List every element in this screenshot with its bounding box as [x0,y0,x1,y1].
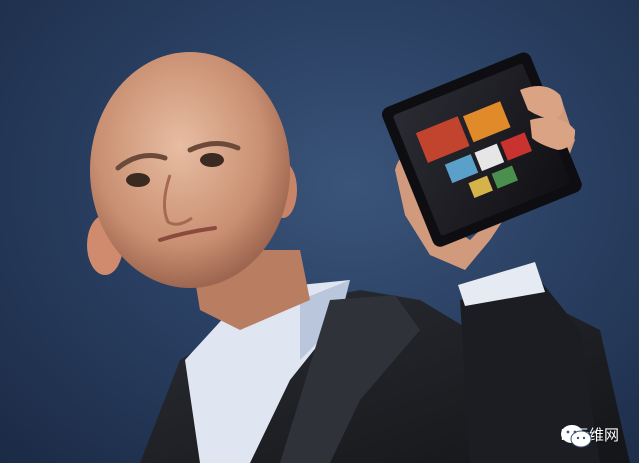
photo-illustration [87,52,630,463]
left-eye [126,173,150,187]
head [90,52,290,288]
watermark: IT运维网 [560,424,619,448]
photo-scene: IT运维网 [0,0,639,463]
wechat-icon [561,425,592,448]
right-eye [200,153,224,167]
